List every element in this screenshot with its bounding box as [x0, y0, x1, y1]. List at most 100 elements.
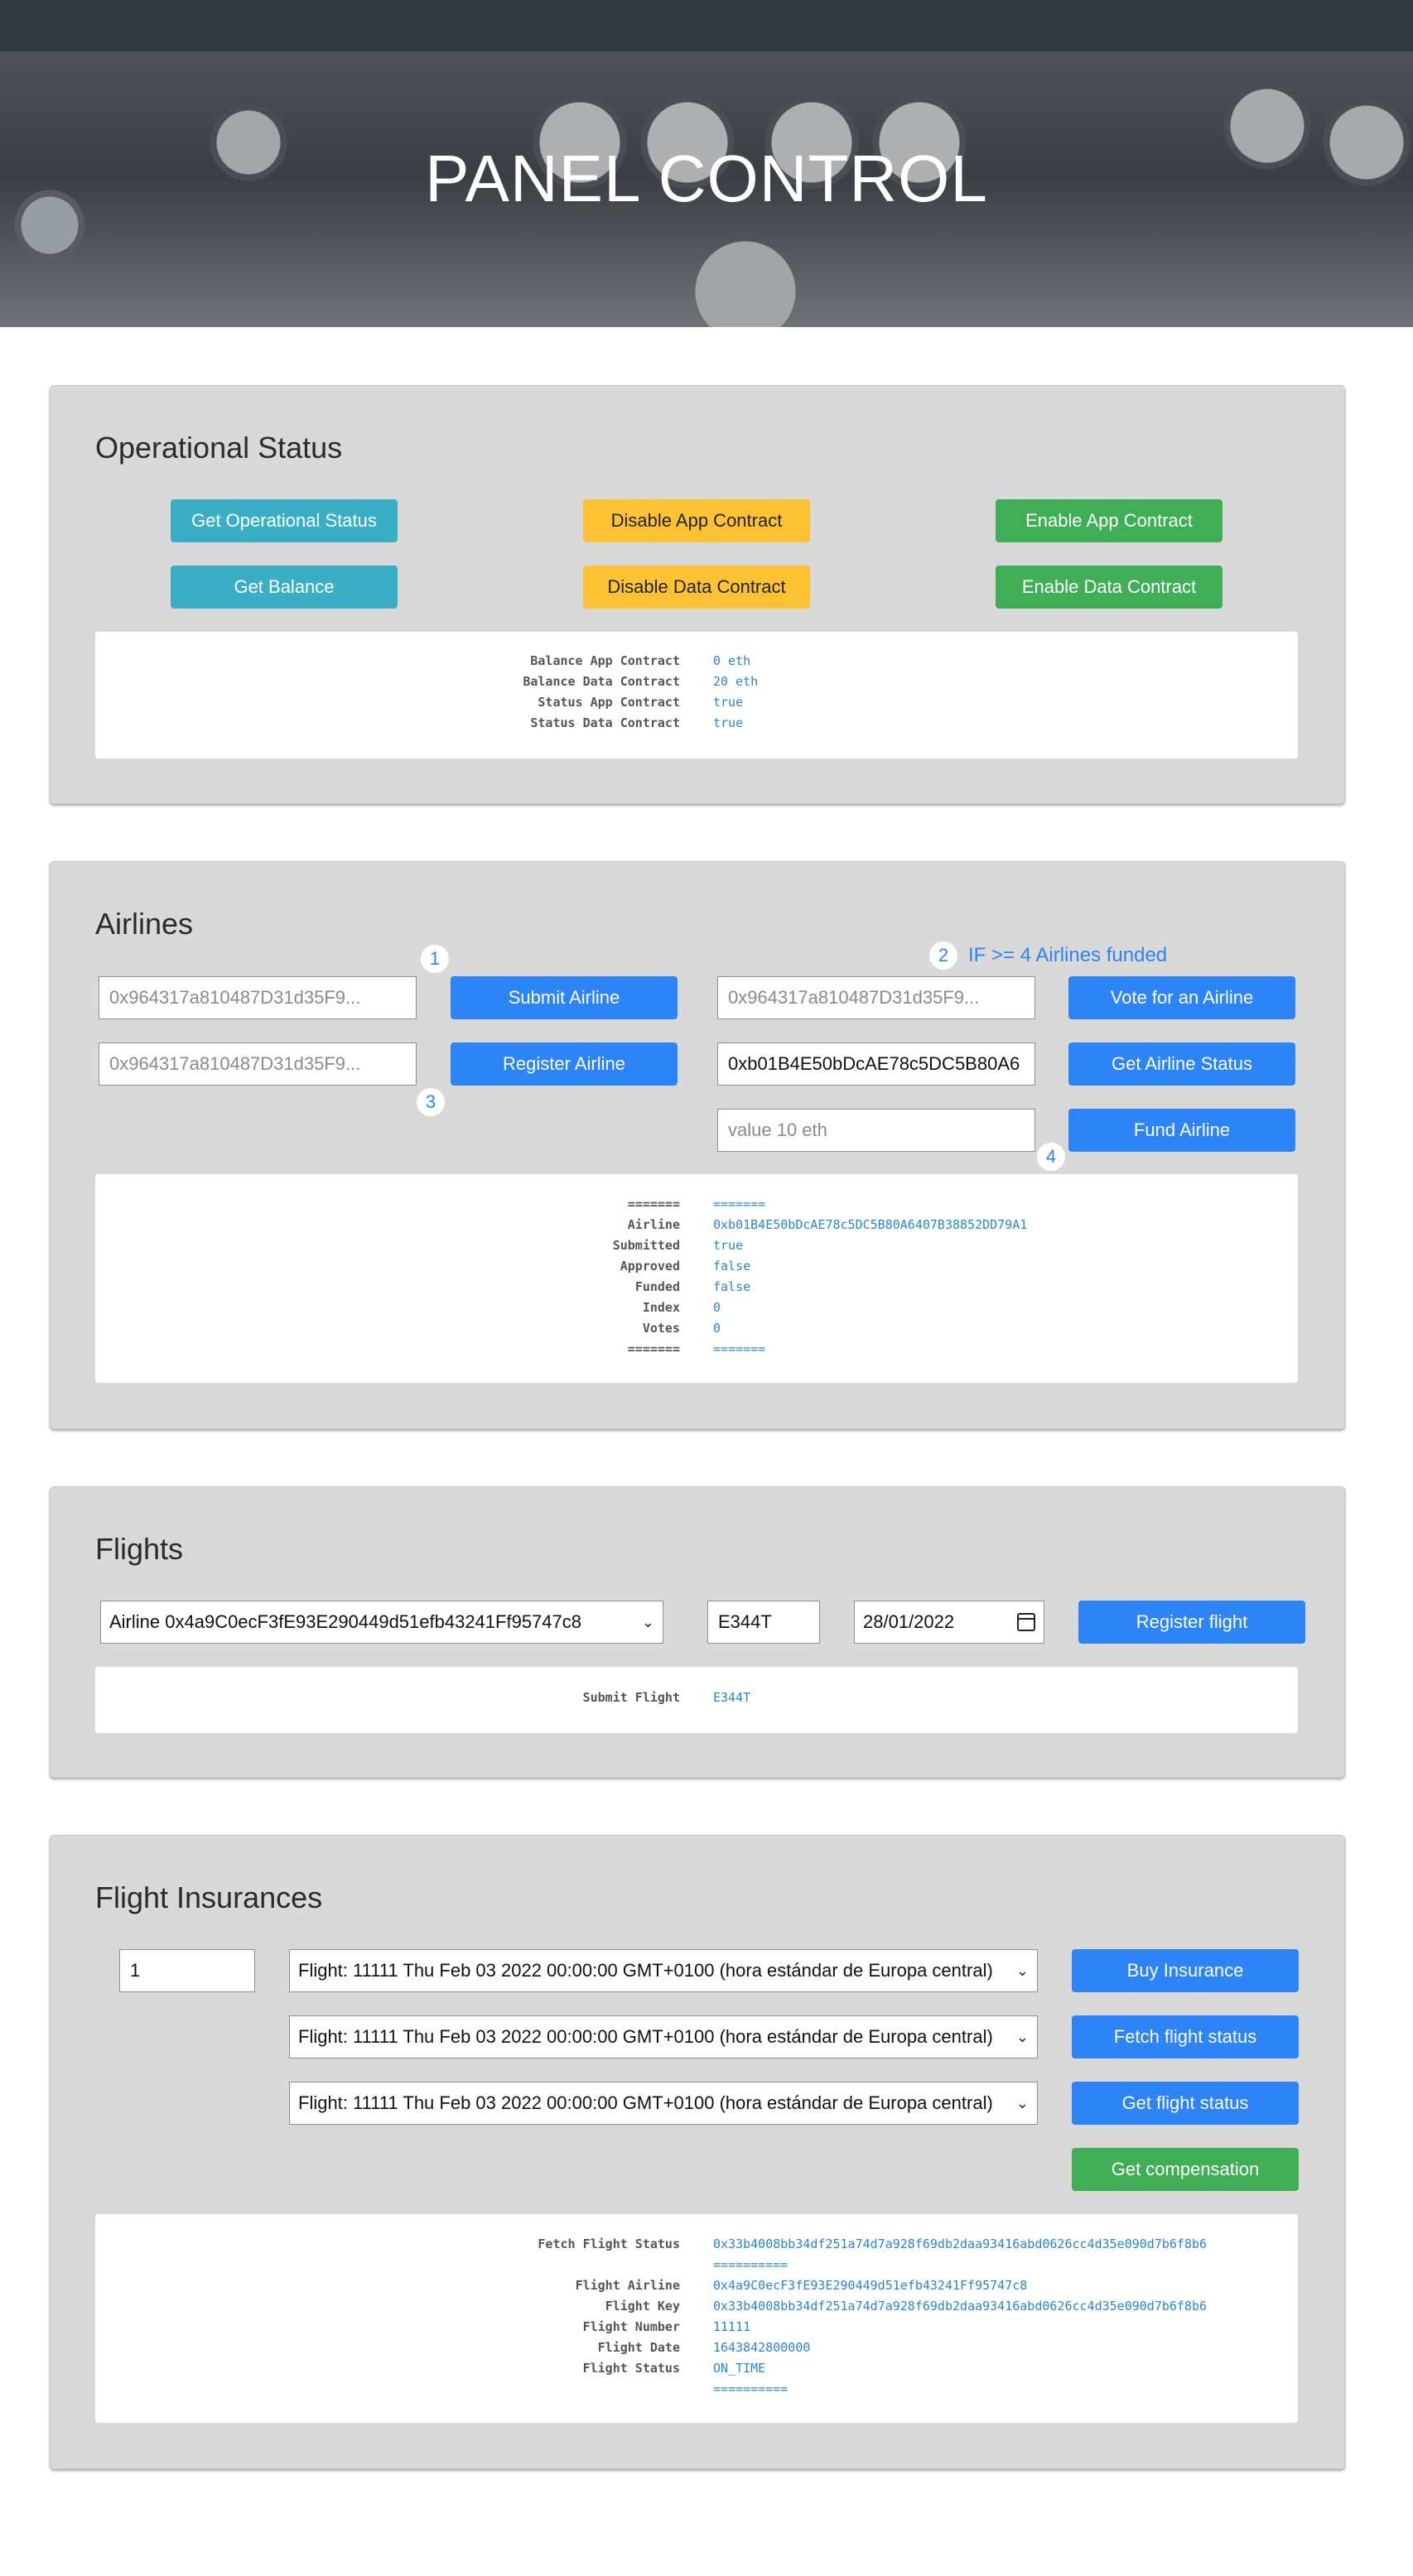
output-row: Fetch Flight Status 0x33b4008bb34df251a74… — [95, 2237, 1298, 2257]
output-row: Balance App Contract 0 eth — [95, 653, 1298, 674]
flight-select-fetch[interactable]: Flight: 11111 Thu Feb 03 2022 00:00:00 G… — [289, 2015, 1038, 2058]
flight-number-input[interactable] — [707, 1601, 820, 1644]
step-badge-4: 4 — [1037, 1143, 1065, 1171]
output-key: Fetch Flight Status — [538, 2237, 680, 2251]
insurances-output-panel: Fetch Flight Status 0x33b4008bb34df251a74… — [95, 2214, 1298, 2423]
output-key: Submitted — [612, 1238, 680, 1253]
output-row: Status Data Contract true — [95, 715, 1298, 736]
output-row: ======= ======= — [95, 1341, 1298, 1362]
get-flight-status-button[interactable]: Get flight status — [1072, 2082, 1299, 2125]
enable-app-contract-button[interactable]: Enable App Contract — [996, 499, 1223, 542]
get-airline-status-button[interactable]: Get Airline Status — [1068, 1042, 1295, 1086]
step-badge-3: 3 — [417, 1088, 445, 1116]
flight-select-buy[interactable]: Flight: 11111 Thu Feb 03 2022 00:00:00 G… — [289, 1949, 1038, 1992]
flight-date-value: 28/01/2022 — [863, 1611, 955, 1632]
output-key: Approved — [620, 1259, 680, 1274]
register-flight-button[interactable]: Register flight — [1078, 1601, 1305, 1644]
output-value: E344T — [713, 1690, 751, 1705]
calendar-icon[interactable] — [1017, 1613, 1035, 1631]
output-key: Balance App Contract — [530, 653, 680, 668]
output-value: 11111 — [713, 2319, 751, 2334]
flight-date-input[interactable]: 28/01/2022 — [854, 1601, 1044, 1644]
output-row: ======= ======= — [95, 1197, 1298, 1217]
chevron-down-icon: ⌄ — [641, 1613, 654, 1630]
output-row: ========== — [95, 2381, 1298, 2402]
operational-status-card: Operational Status Get Operational Statu… — [50, 385, 1345, 804]
flights-output-panel: Submit Flight E344T — [95, 1667, 1298, 1733]
output-value: true — [713, 1238, 744, 1253]
output-row: Flight Airline 0x4a9C0ecF3fE93E290449d51e… — [95, 2278, 1298, 2299]
disable-data-contract-button[interactable]: Disable Data Contract — [583, 566, 810, 609]
output-key: ======= — [627, 1197, 680, 1211]
output-row: Flight Status ON_TIME — [95, 2361, 1298, 2381]
output-value: 0x33b4008bb34df251a74d7a928f69db2daa9341… — [713, 2237, 1208, 2251]
flight-insurances-card: Flight Insurances Flight: 11111 Thu Feb … — [50, 1835, 1345, 2469]
output-value: 0 eth — [713, 653, 751, 668]
vote-airline-address-input[interactable] — [717, 976, 1035, 1019]
flight-select-value: Flight: 11111 Thu Feb 03 2022 00:00:00 G… — [298, 2092, 993, 2113]
get-balance-button[interactable]: Get Balance — [171, 566, 398, 609]
register-airline-address-input[interactable] — [99, 1042, 417, 1086]
submit-airline-address-input[interactable] — [99, 976, 417, 1019]
output-value: ======= — [713, 1341, 766, 1356]
output-key: Funded — [634, 1279, 680, 1294]
register-airline-button[interactable]: Register Airline — [451, 1042, 678, 1086]
output-row: Flight Number 11111 — [95, 2319, 1298, 2340]
fund-amount-input[interactable] — [717, 1109, 1035, 1152]
output-row: Airline 0xb01B4E50bDcAE78c5DC5B80A6407B38… — [95, 1217, 1298, 1238]
output-key: ======= — [627, 1341, 680, 1356]
output-row: Balance Data Contract 20 eth — [95, 674, 1298, 695]
output-key: Flight Date — [597, 2340, 680, 2355]
output-value: 0 — [713, 1321, 721, 1336]
chevron-down-icon: ⌄ — [1015, 1962, 1029, 1979]
vote-for-airline-button[interactable]: Vote for an Airline — [1068, 976, 1295, 1019]
output-value: ========== — [713, 2381, 788, 2396]
funding-note: IF >= 4 Airlines funded — [968, 944, 1168, 966]
output-value: 20 eth — [713, 674, 759, 689]
airlines-output-panel: ======= ======= Airline 0xb01B4E50bDcAE78c… — [95, 1174, 1298, 1383]
output-value: true — [713, 695, 744, 710]
flight-select-value: Flight: 11111 Thu Feb 03 2022 00:00:00 G… — [298, 1960, 993, 1981]
buy-insurance-button[interactable]: Buy Insurance — [1072, 1949, 1299, 1992]
disable-app-contract-button[interactable]: Disable App Contract — [583, 499, 810, 542]
hero-banner: PANEL CONTROL — [0, 51, 1413, 327]
chevron-down-icon: ⌄ — [1015, 2028, 1029, 2045]
airline-select[interactable]: Airline 0x4a9C0ecF3fE93E290449d51efb4324… — [100, 1601, 663, 1644]
get-operational-status-button[interactable]: Get Operational Status — [171, 499, 398, 542]
output-key: Flight Airline — [575, 2278, 680, 2293]
insurance-amount-input[interactable] — [119, 1949, 255, 1992]
output-key: Flight Number — [582, 2319, 680, 2334]
output-key: Flight Key — [605, 2299, 680, 2314]
output-key: Submit Flight — [582, 1690, 680, 1705]
enable-data-contract-button[interactable]: Enable Data Contract — [996, 566, 1223, 609]
output-value: ON_TIME — [713, 2361, 766, 2376]
output-key: Index — [642, 1300, 680, 1315]
flight-insurances-title: Flight Insurances — [95, 1880, 323, 1914]
submit-airline-button[interactable]: Submit Airline — [451, 976, 678, 1019]
fund-airline-button[interactable]: Fund Airline — [1068, 1109, 1295, 1152]
flights-card: Flights Airline 0x4a9C0ecF3fE93E290449d5… — [50, 1486, 1345, 1778]
output-row: Flight Date 1643842800000 — [95, 2340, 1298, 2361]
output-row: Approved false — [95, 1259, 1298, 1279]
output-row: Index 0 — [95, 1300, 1298, 1321]
airline-status-address-input[interactable] — [717, 1042, 1035, 1086]
output-value: 0 — [713, 1300, 721, 1315]
flight-select-status[interactable]: Flight: 11111 Thu Feb 03 2022 00:00:00 G… — [289, 2082, 1038, 2125]
output-row: Funded false — [95, 1279, 1298, 1300]
output-value: 0x4a9C0ecF3fE93E290449d51efb43241Ff95747… — [713, 2278, 1028, 2293]
operational-output-panel: Balance App Contract 0 eth Balance Data C… — [95, 632, 1298, 758]
page-title: PANEL CONTROL — [425, 142, 988, 215]
airlines-title: Airlines — [95, 907, 194, 941]
output-row: Flight Key 0x33b4008bb34df251a74d7a928f69… — [95, 2299, 1298, 2319]
get-compensation-button[interactable]: Get compensation — [1072, 2148, 1299, 2191]
output-value: ======= — [713, 1197, 766, 1211]
flight-select-value: Flight: 11111 Thu Feb 03 2022 00:00:00 G… — [298, 2026, 993, 2047]
airline-select-value: Airline 0x4a9C0ecF3fE93E290449d51efb4324… — [109, 1611, 581, 1632]
fetch-flight-status-button[interactable]: Fetch flight status — [1072, 2015, 1299, 2058]
output-value: 0xb01B4E50bDcAE78c5DC5B80A6407B38852DD79… — [713, 1217, 1028, 1232]
output-row: Votes 0 — [95, 1321, 1298, 1341]
output-row: ========== — [95, 2257, 1298, 2278]
output-value: ========== — [713, 2257, 788, 2272]
output-key: Flight Status — [582, 2361, 680, 2376]
output-key: Status App Contract — [538, 695, 680, 710]
